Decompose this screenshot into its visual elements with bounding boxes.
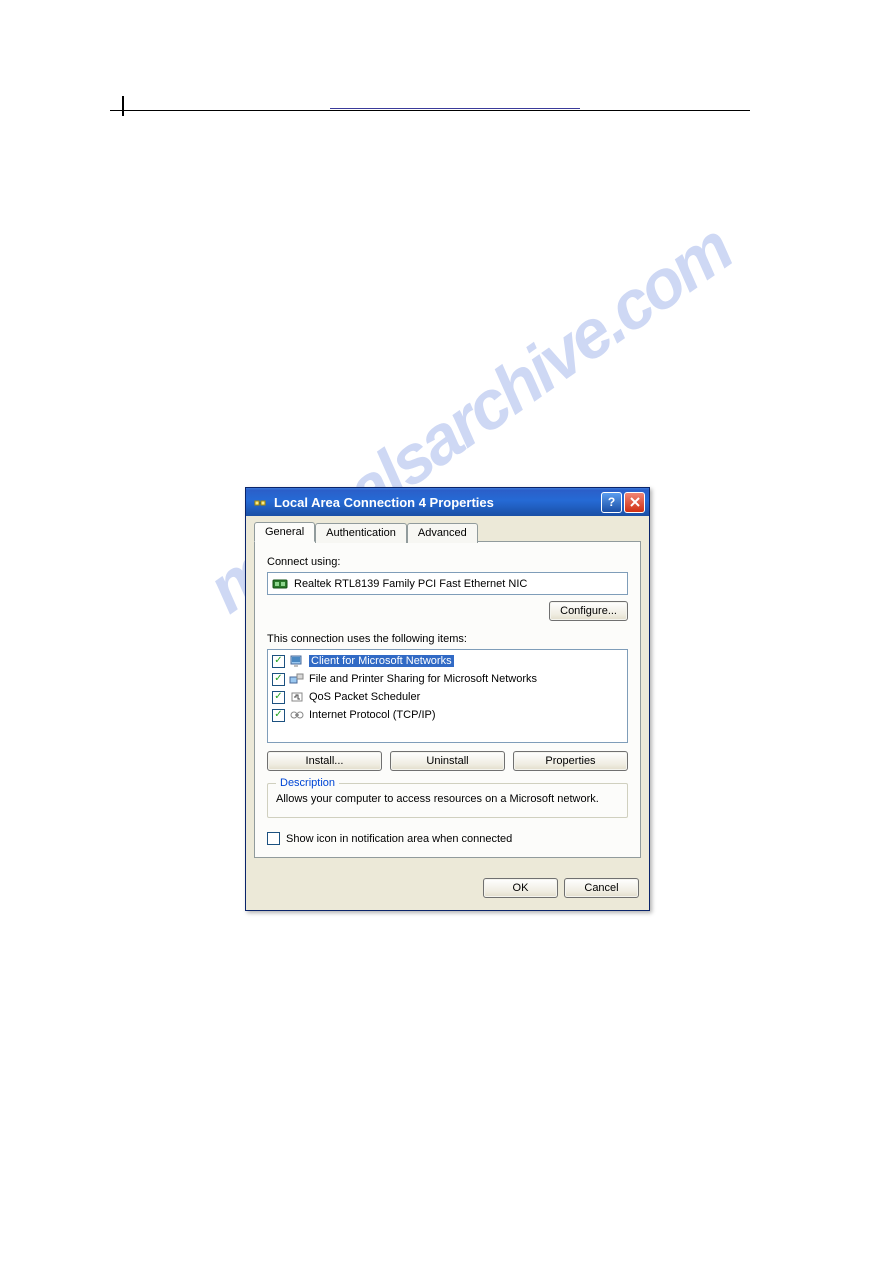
notify-label: Show icon in notification area when conn… xyxy=(286,833,512,845)
header-link-underline xyxy=(330,108,580,109)
tab-panel-general: Connect using: Realtek RTL8139 Family PC… xyxy=(254,541,641,858)
nic-icon xyxy=(272,576,288,592)
tab-row: General Authentication Advanced xyxy=(254,522,641,542)
checkbox-icon[interactable] xyxy=(272,673,285,686)
qos-icon xyxy=(289,689,305,705)
list-item-label: Client for Microsoft Networks xyxy=(309,655,454,667)
install-button[interactable]: Install... xyxy=(267,751,382,771)
list-item-label: File and Printer Sharing for Microsoft N… xyxy=(309,673,537,685)
adapter-name: Realtek RTL8139 Family PCI Fast Ethernet… xyxy=(294,578,527,590)
list-item-qos[interactable]: QoS Packet Scheduler xyxy=(270,688,625,706)
description-text: Allows your computer to access resources… xyxy=(276,792,619,807)
ok-button[interactable]: OK xyxy=(483,878,558,898)
uninstall-button[interactable]: Uninstall xyxy=(390,751,505,771)
dialog-title: Local Area Connection 4 Properties xyxy=(274,495,601,510)
description-legend: Description xyxy=(276,777,339,789)
properties-dialog: Local Area Connection 4 Properties ? Gen… xyxy=(245,487,650,911)
properties-button[interactable]: Properties xyxy=(513,751,628,771)
page-header-rule xyxy=(110,110,750,116)
list-item-client[interactable]: Client for Microsoft Networks xyxy=(270,652,625,670)
titlebar[interactable]: Local Area Connection 4 Properties ? xyxy=(246,488,649,516)
protocol-icon xyxy=(289,707,305,723)
connect-using-label: Connect using: xyxy=(267,556,628,568)
connection-items-list[interactable]: Client for Microsoft Networks File and P… xyxy=(267,649,628,743)
list-item-share[interactable]: File and Printer Sharing for Microsoft N… xyxy=(270,670,625,688)
checkbox-icon[interactable] xyxy=(272,691,285,704)
share-icon xyxy=(289,671,305,687)
text-cursor xyxy=(122,96,124,116)
adapter-field[interactable]: Realtek RTL8139 Family PCI Fast Ethernet… xyxy=(267,572,628,595)
tab-general[interactable]: General xyxy=(254,522,315,542)
list-item-label: Internet Protocol (TCP/IP) xyxy=(309,709,436,721)
client-icon xyxy=(289,653,305,669)
close-button[interactable] xyxy=(624,492,645,513)
configure-button[interactable]: Configure... xyxy=(549,601,628,621)
items-label: This connection uses the following items… xyxy=(267,633,628,645)
tab-advanced[interactable]: Advanced xyxy=(407,523,478,543)
list-item-label: QoS Packet Scheduler xyxy=(309,691,420,703)
checkbox-icon[interactable] xyxy=(272,655,285,668)
tab-authentication[interactable]: Authentication xyxy=(315,523,407,543)
checkbox-icon[interactable] xyxy=(272,709,285,722)
list-item-tcpip[interactable]: Internet Protocol (TCP/IP) xyxy=(270,706,625,724)
notify-checkbox[interactable] xyxy=(267,832,280,845)
connection-icon xyxy=(252,494,268,510)
cancel-button[interactable]: Cancel xyxy=(564,878,639,898)
description-group: Description Allows your computer to acce… xyxy=(267,783,628,818)
help-button[interactable]: ? xyxy=(601,492,622,513)
